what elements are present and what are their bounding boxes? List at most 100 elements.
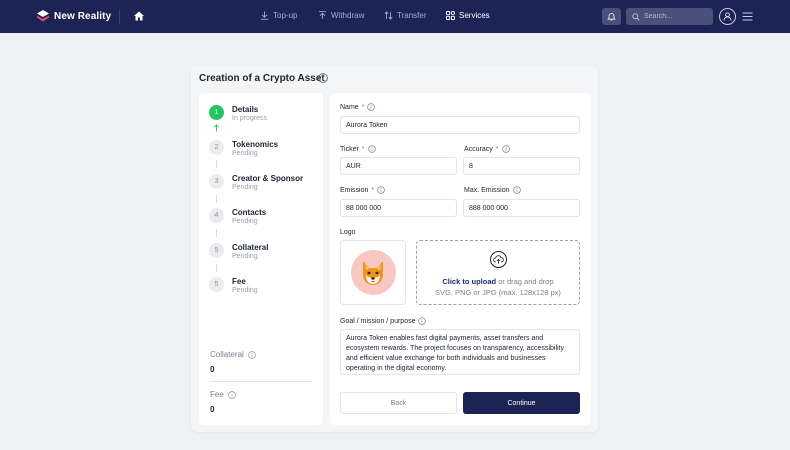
- arrow-up-from-line-icon: [319, 11, 326, 19]
- info-icon[interactable]: [501, 145, 510, 153]
- upload-hint: SVG, PNG or JPG (max. 128x128 px): [435, 288, 561, 297]
- shiba-dog-icon: [363, 260, 383, 285]
- fee-label-text: Fee: [210, 390, 224, 399]
- home-icon[interactable]: [133, 10, 145, 22]
- arrow-up-icon: [213, 124, 220, 132]
- step-status: In progress: [232, 115, 268, 122]
- upload-dropzone[interactable]: Click to upload or drag and drop SVG, PN…: [416, 240, 580, 305]
- user-icon: [723, 12, 732, 21]
- continue-button[interactable]: Continue: [463, 392, 580, 414]
- info-icon[interactable]: [418, 317, 427, 325]
- collateral-summary-label: Collateral: [210, 350, 256, 359]
- step-status: Pending: [232, 184, 258, 191]
- token-logo: [350, 250, 396, 295]
- nav-top-up[interactable]: Top-up: [260, 11, 297, 20]
- header-divider: [119, 9, 120, 24]
- required-mark: *: [371, 186, 375, 194]
- fee-summary-label: Fee: [210, 390, 236, 399]
- step-connector: [216, 160, 217, 168]
- step-title: Creator & Sponsor: [232, 174, 304, 183]
- step-creator-sponsor[interactable]: 3 Creator & Sponsor Pending: [209, 174, 319, 198]
- step-status: Pending: [232, 287, 258, 294]
- name-label-text: Name: [340, 103, 359, 111]
- step-fee[interactable]: 5 Fee Pending: [209, 277, 319, 301]
- nav-label: Transfer: [397, 11, 427, 20]
- logo-label: Logo: [340, 229, 356, 236]
- info-icon[interactable]: [367, 103, 376, 111]
- step-number: 5: [209, 277, 224, 292]
- top-navigation-bar: New Reality Top-up Withdraw Transfer Ser…: [0, 0, 790, 33]
- upload-drag-text: or drag and drop: [496, 277, 554, 286]
- nav-withdraw[interactable]: Withdraw: [318, 11, 364, 20]
- name-input[interactable]: [340, 116, 580, 134]
- nav-services[interactable]: Services: [446, 11, 490, 20]
- info-icon[interactable]: [318, 73, 328, 83]
- click-to-upload-link[interactable]: Click to upload: [442, 277, 496, 286]
- ticker-input[interactable]: [340, 157, 457, 175]
- notifications-button[interactable]: [602, 8, 621, 25]
- arrow-down-to-line-icon: [261, 11, 268, 20]
- ticker-label-text: Ticker: [340, 145, 359, 153]
- account-button[interactable]: [719, 8, 736, 25]
- logo-preview: [340, 240, 406, 305]
- back-button[interactable]: Back: [340, 392, 457, 414]
- info-icon[interactable]: [512, 186, 521, 194]
- step-number: 4: [209, 208, 224, 223]
- step-number: 3: [209, 174, 224, 189]
- hamburger-menu-icon[interactable]: [742, 11, 753, 22]
- step-number: 5: [209, 243, 224, 258]
- step-tokenomics[interactable]: 2 Tokenomics Pending: [209, 140, 319, 164]
- step-number: 1: [209, 105, 224, 120]
- step-status: Pending: [232, 218, 258, 225]
- required-mark: *: [361, 145, 365, 153]
- nav-label: Top-up: [273, 11, 298, 20]
- max-emission-input[interactable]: [463, 199, 580, 217]
- fee-summary-value: 0: [210, 405, 215, 414]
- brand[interactable]: New Reality: [36, 9, 111, 23]
- step-contacts[interactable]: 4 Contacts Pending: [209, 208, 319, 232]
- upload-instructions: Click to upload or drag and drop: [417, 277, 579, 286]
- step-number: 2: [209, 140, 224, 155]
- step-connector: [216, 264, 217, 272]
- accuracy-input[interactable]: [463, 157, 580, 175]
- brand-logo-icon: [37, 10, 49, 22]
- required-mark: *: [361, 103, 365, 111]
- info-icon[interactable]: [377, 186, 385, 194]
- search-box[interactable]: [626, 8, 713, 25]
- info-icon[interactable]: [228, 390, 236, 399]
- step-title: Details: [232, 105, 259, 114]
- nav-label: Withdraw: [331, 11, 365, 20]
- name-label: Name *: [340, 103, 376, 111]
- goal-textarea[interactable]: Aurora Token enables fast digital paymen…: [340, 329, 580, 375]
- step-details[interactable]: 1 Details In progress: [209, 105, 319, 129]
- emission-label: Emission *: [340, 186, 385, 194]
- bell-icon: [607, 13, 616, 21]
- step-connector: [216, 195, 217, 203]
- step-title: Tokenomics: [232, 140, 279, 149]
- emission-input[interactable]: [340, 199, 457, 217]
- step-collateral[interactable]: 5 Collateral Pending: [209, 243, 319, 267]
- required-mark: *: [495, 145, 499, 153]
- step-title: Fee: [232, 277, 246, 286]
- info-icon[interactable]: [248, 350, 256, 359]
- step-title: Contacts: [232, 208, 267, 217]
- collateral-summary-value: 0: [210, 365, 215, 374]
- grid-icon: [446, 11, 455, 20]
- emission-label-text: Emission: [340, 186, 369, 194]
- step-status: Pending: [232, 150, 258, 157]
- info-icon[interactable]: [367, 145, 376, 153]
- nav-transfer[interactable]: Transfer: [384, 11, 427, 20]
- max-emission-label: Max. Emission: [464, 186, 521, 194]
- search-icon: [632, 12, 640, 21]
- accuracy-label-text: Accuracy: [464, 145, 493, 153]
- cloud-upload-icon: [490, 251, 507, 268]
- step-title: Collateral: [232, 243, 269, 252]
- brand-name: New Reality: [54, 10, 112, 22]
- search-input[interactable]: [644, 13, 704, 20]
- goal-label-text: Goal / mission / purpose: [340, 317, 416, 325]
- nav-label: Services: [459, 11, 490, 20]
- ticker-label: Ticker *: [340, 145, 376, 153]
- step-status: Pending: [232, 253, 258, 260]
- page-title: Creation of a Crypto Asset: [199, 73, 325, 84]
- accuracy-label: Accuracy *: [464, 145, 510, 153]
